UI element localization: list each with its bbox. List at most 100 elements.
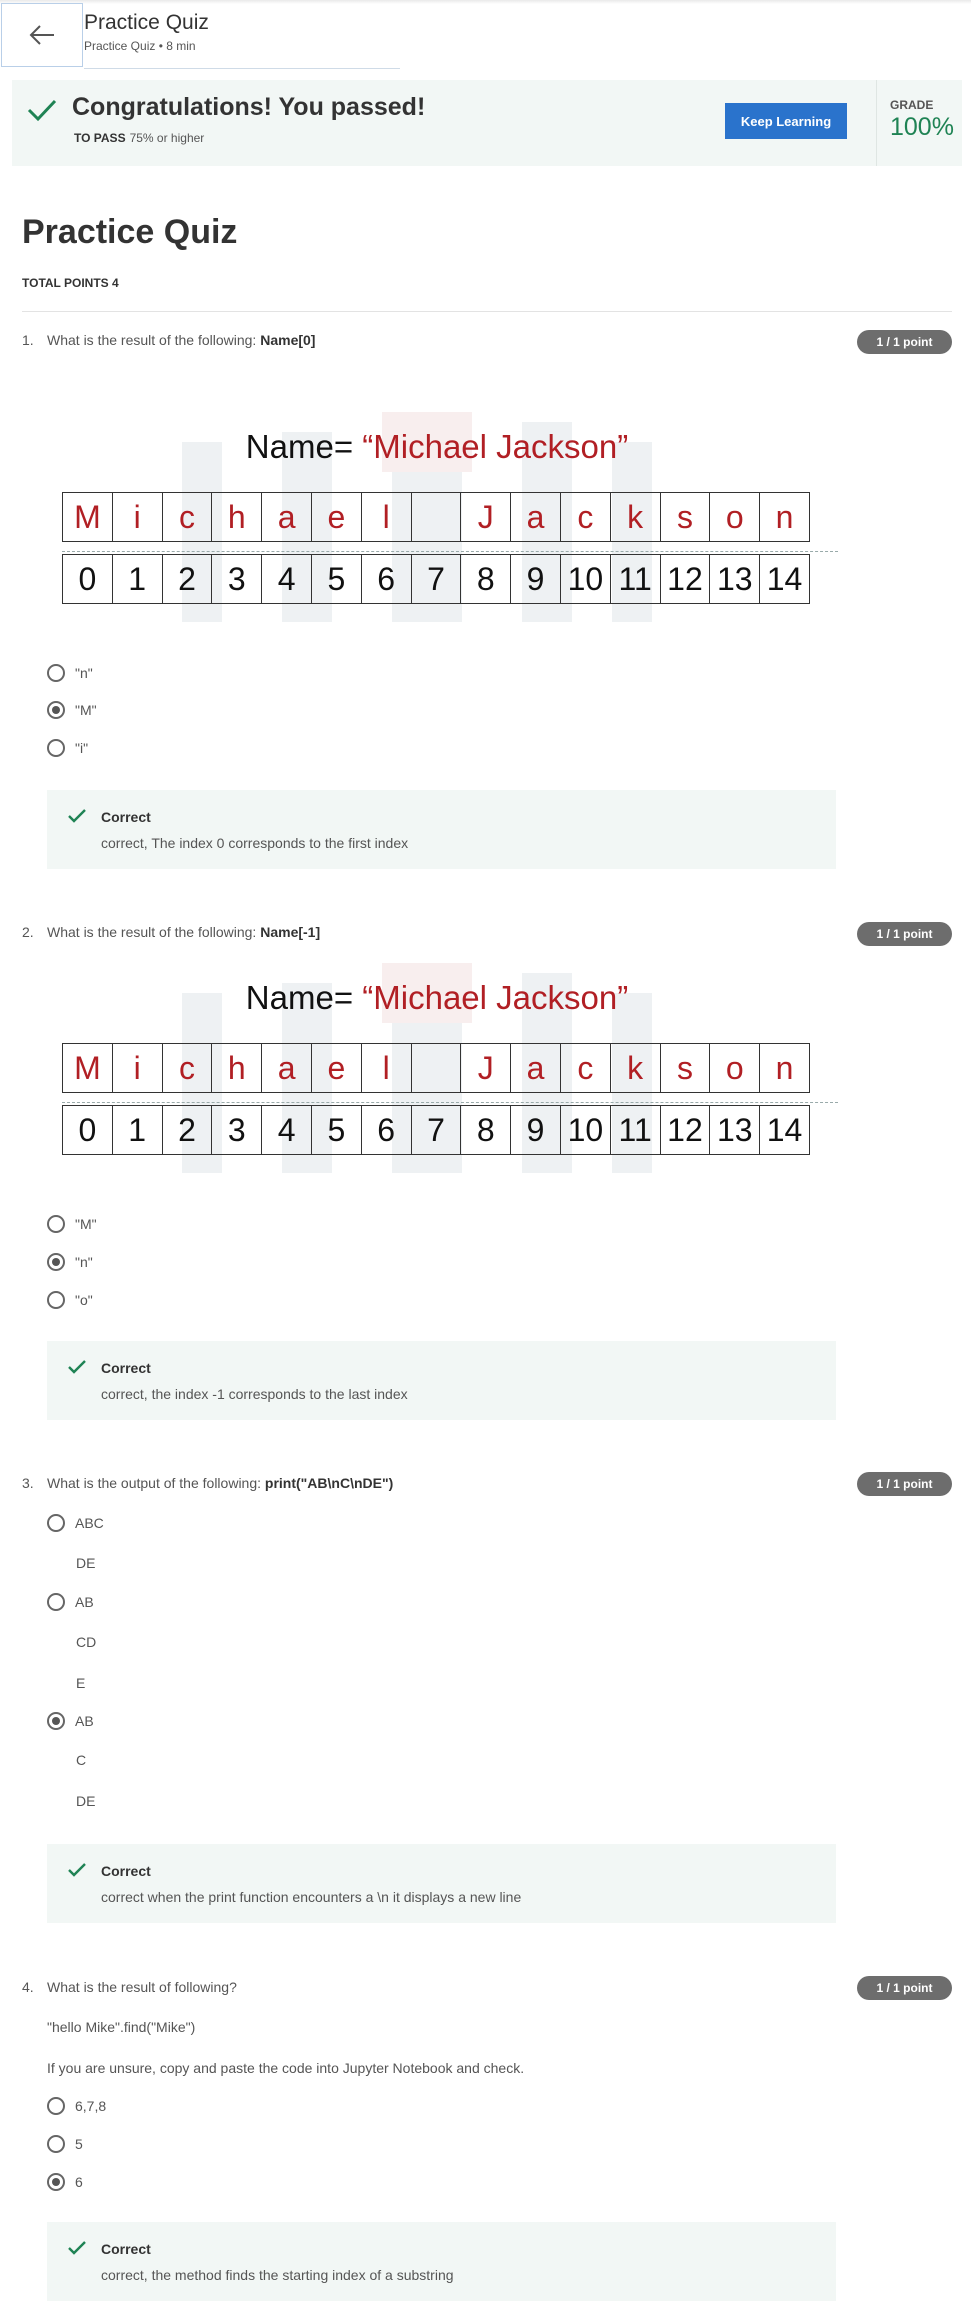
answer-option[interactable]: 5 [47, 2135, 83, 2153]
char-cell: n [760, 1043, 810, 1093]
check-icon [68, 2241, 86, 2255]
feedback-title: Correct [101, 809, 151, 825]
index-cell: 9 [511, 1105, 561, 1155]
radio-button[interactable] [47, 1215, 65, 1233]
question-code: print("AB\nC\nDE") [264, 1475, 394, 1491]
arrow-left-icon [29, 25, 54, 45]
grade-label: GRADE [890, 98, 934, 112]
option-label-line: C [76, 1752, 87, 1768]
answer-option[interactable]: "n" [47, 1253, 93, 1271]
keep-learning-button[interactable]: Keep Learning [725, 103, 847, 139]
feedback-text: correct, The index 0 corresponds to the … [101, 835, 409, 851]
answer-option[interactable]: 6 [47, 2173, 83, 2191]
index-cell: 2 [162, 554, 213, 604]
char-cell: i [112, 492, 163, 542]
index-cell: 14 [760, 1105, 810, 1155]
dashed-separator [62, 1102, 838, 1103]
answer-option[interactable]: AB [47, 1712, 94, 1730]
radio-button[interactable] [47, 2173, 65, 2191]
option-label: "M" [75, 702, 97, 718]
index-cell: 3 [212, 1105, 263, 1155]
index-cell: 0 [63, 554, 113, 604]
question-code-line: "hello Mike".find("Mike") [47, 2019, 196, 2035]
figure-title-value: “Michael Jackson” [362, 979, 629, 1016]
answer-option[interactable]: 6,7,8 [47, 2097, 106, 2115]
option-label: 6,7,8 [75, 2098, 107, 2114]
question-number: 4. [22, 1979, 34, 1995]
radio-button[interactable] [47, 1514, 65, 1532]
index-cell: 10 [560, 1105, 611, 1155]
answer-option[interactable]: "M" [47, 1215, 97, 1233]
answer-option[interactable]: AB [47, 1593, 94, 1611]
to-pass-label: TO PASS [74, 131, 126, 145]
char-cell: n [760, 492, 810, 542]
option-label: "n" [75, 1254, 93, 1270]
question-text: What is the output of the following: [47, 1475, 262, 1491]
option-label: ABC [75, 1515, 104, 1531]
char-cell: J [461, 492, 512, 542]
feedback-text: correct, the index -1 corresponds to the… [101, 1386, 408, 1402]
answer-option[interactable]: ABC [47, 1514, 104, 1532]
figure-title: Name= “Michael Jackson” [62, 428, 812, 466]
to-pass-value: 75% or higher [129, 131, 205, 145]
back-button[interactable] [1, 3, 83, 67]
question-number: 1. [22, 332, 34, 348]
char-cell: l [361, 1043, 412, 1093]
radio-button[interactable] [47, 1712, 65, 1730]
char-cell [411, 1043, 462, 1093]
question-code: Name[-1] [260, 924, 321, 940]
char-cell: a [511, 1043, 561, 1093]
radio-button[interactable] [47, 1253, 65, 1271]
char-cell: e [311, 1043, 362, 1093]
feedback-text: correct, the method finds the starting i… [101, 2267, 454, 2283]
header-subtitle: Practice Quiz • 8 min [84, 39, 196, 53]
index-cell: 8 [461, 554, 512, 604]
top-bar: Practice Quiz Practice Quiz • 8 min [0, 0, 971, 69]
question-text: What is the result of the following: [47, 924, 257, 940]
question-code: Name[0] [260, 332, 316, 348]
index-cell: 2 [162, 1105, 213, 1155]
char-cell: k [610, 1043, 661, 1093]
index-cell: 0 [63, 1105, 113, 1155]
index-cell: 7 [411, 554, 462, 604]
question-number: 3. [22, 1475, 34, 1491]
check-icon [68, 1863, 86, 1877]
char-cell: s [660, 492, 711, 542]
points-badge: 1 / 1 point [857, 1472, 952, 1496]
index-cell: 9 [511, 554, 561, 604]
total-points: TOTAL POINTS 4 [22, 276, 119, 290]
string-index-figure: Name= “Michael Jackson” MichaelJackson 0… [62, 963, 842, 1179]
radio-button[interactable] [47, 739, 65, 757]
radio-button[interactable] [47, 701, 65, 719]
feedback-box: Correct correct when the print function … [47, 1844, 836, 1923]
index-cell: 7 [411, 1105, 462, 1155]
radio-button[interactable] [47, 1593, 65, 1611]
feedback-title: Correct [101, 1360, 151, 1376]
char-cell: s [660, 1043, 711, 1093]
radio-button[interactable] [47, 2097, 65, 2115]
answer-option[interactable]: "n" [47, 664, 93, 682]
radio-button[interactable] [47, 1291, 65, 1309]
index-cell: 5 [311, 554, 362, 604]
char-cell: c [560, 492, 611, 542]
index-cell: 5 [311, 1105, 362, 1155]
option-label: "o" [75, 1292, 93, 1308]
option-label-line: DE [76, 1793, 96, 1809]
index-cell: 4 [262, 554, 312, 604]
char-cell: k [610, 492, 661, 542]
figure-title-value: “Michael Jackson” [362, 428, 629, 465]
radio-button[interactable] [47, 664, 65, 682]
answer-option[interactable]: "o" [47, 1291, 93, 1309]
option-label-line: E [76, 1675, 86, 1691]
option-label: AB [75, 1713, 94, 1729]
char-cell: c [162, 492, 213, 542]
header-title: Practice Quiz [84, 11, 209, 34]
index-cell: 12 [660, 1105, 711, 1155]
index-cell: 13 [710, 1105, 761, 1155]
dashed-separator [62, 551, 838, 552]
index-cell: 11 [610, 1105, 661, 1155]
answer-option[interactable]: "M" [47, 701, 97, 719]
answer-option[interactable]: "i" [47, 739, 88, 757]
pass-banner: Congratulations! You passed! TO PASS 75% … [12, 80, 962, 166]
radio-button[interactable] [47, 2135, 65, 2153]
